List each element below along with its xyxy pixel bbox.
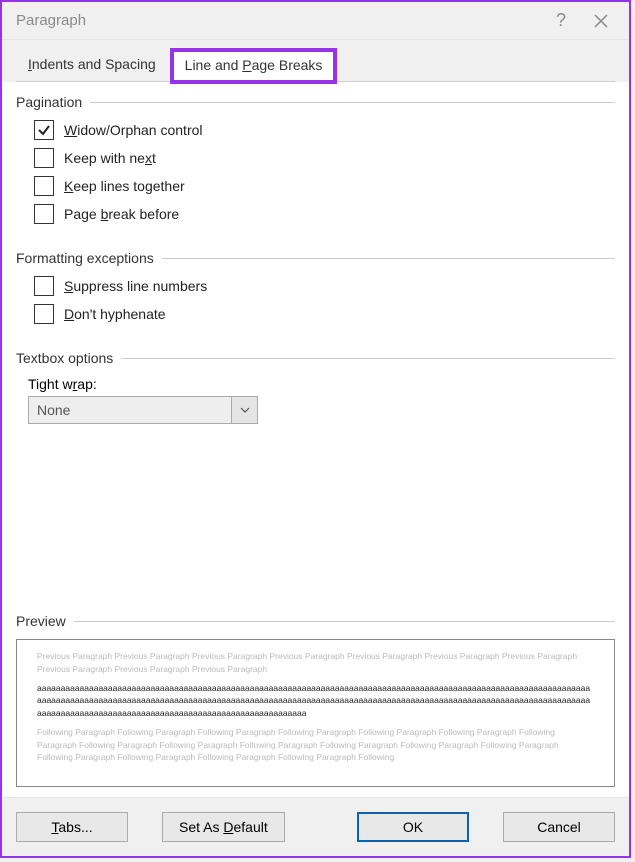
checkbox-icon	[34, 176, 54, 196]
tab-line-page-breaks[interactable]: Line and Page Breaks	[172, 50, 336, 82]
checkbox-page-break-before[interactable]: Page break before	[34, 204, 615, 224]
preview-after-text: Following Paragraph Following Paragraph …	[37, 726, 594, 764]
ok-button[interactable]: OK	[357, 812, 469, 842]
help-button[interactable]: ?	[541, 2, 581, 40]
preview-before-text: Previous Paragraph Previous Paragraph Pr…	[37, 650, 594, 676]
checkbox-icon	[34, 304, 54, 324]
dialog-title: Paragraph	[16, 12, 541, 29]
checkbox-icon	[34, 204, 54, 224]
checkbox-icon	[34, 276, 54, 296]
paragraph-dialog: Paragraph ? Indents and Spacing Line and…	[0, 0, 631, 858]
cancel-button[interactable]: Cancel	[503, 812, 615, 842]
group-preview: Preview Previous Paragraph Previous Para…	[16, 613, 615, 787]
checkbox-keep-with-next[interactable]: Keep with next	[34, 148, 615, 168]
preview-box: Previous Paragraph Previous Paragraph Pr…	[16, 639, 615, 787]
checkbox-keep-lines-together[interactable]: Keep lines together	[34, 176, 615, 196]
checkbox-icon	[34, 148, 54, 168]
titlebar: Paragraph ?	[2, 2, 629, 40]
checkbox-suppress-line-numbers[interactable]: Suppress line numbers	[34, 276, 615, 296]
checkbox-icon	[34, 120, 54, 140]
tab-indents-spacing[interactable]: Indents and Spacing	[16, 50, 168, 82]
set-as-default-button[interactable]: Set As Default	[162, 812, 285, 842]
tight-wrap-select[interactable]: None	[28, 396, 258, 424]
group-textbox-label: Textbox options	[16, 350, 121, 366]
group-pagination-label: Pagination	[16, 94, 90, 110]
group-preview-label: Preview	[16, 613, 74, 629]
close-button[interactable]	[581, 2, 621, 40]
preview-main-text: aaaaaaaaaaaaaaaaaaaaaaaaaaaaaaaaaaaaaaaa…	[37, 682, 594, 720]
checkbox-dont-hyphenate[interactable]: Don't hyphenate	[34, 304, 615, 324]
tight-wrap-label: Tight wrap:	[28, 376, 615, 392]
group-textbox-options: Textbox options Tight wrap: None	[16, 350, 615, 424]
group-pagination: Pagination Widow/Orphan control Keep wit…	[16, 94, 615, 232]
checkbox-widow-orphan[interactable]: Widow/Orphan control	[34, 120, 615, 140]
button-bar: Tabs... Set As Default OK Cancel	[2, 797, 629, 856]
tabs-button[interactable]: Tabs...	[16, 812, 128, 842]
group-formatting-exceptions: Formatting exceptions Suppress line numb…	[16, 250, 615, 332]
tight-wrap-value: None	[29, 402, 231, 418]
tab-content: Pagination Widow/Orphan control Keep wit…	[16, 81, 615, 797]
group-formatting-label: Formatting exceptions	[16, 250, 162, 266]
tab-bar: Indents and Spacing Line and Page Breaks	[2, 40, 629, 82]
chevron-down-icon	[231, 397, 257, 423]
